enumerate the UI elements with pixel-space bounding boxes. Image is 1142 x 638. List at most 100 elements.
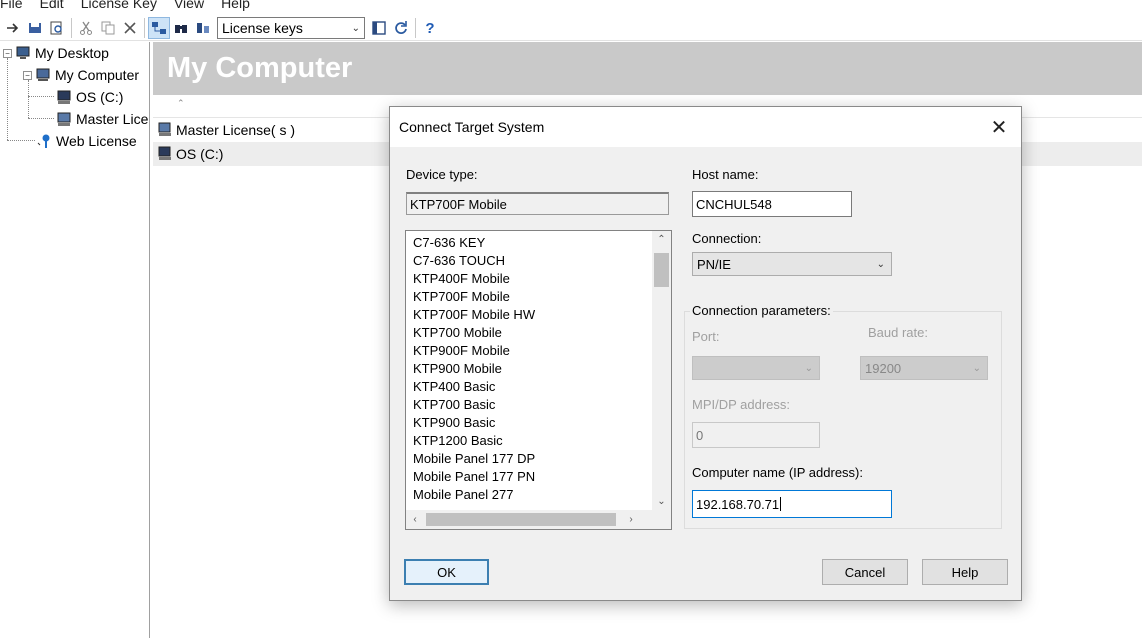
scroll-right-icon[interactable]: › — [622, 510, 640, 529]
scroll-down-icon[interactable]: ⌄ — [652, 493, 671, 511]
tree-item-my-computer[interactable]: − My Computer — [23, 65, 139, 85]
ok-button[interactable]: OK — [404, 559, 489, 585]
collapse-icon[interactable]: − — [23, 70, 32, 80]
menu-bar: File Edit License Key View Help — [0, 0, 1142, 12]
mpi-dp-address-value: 0 — [696, 427, 704, 443]
menu-edit[interactable]: Edit — [40, 0, 70, 12]
toolbar: License keys ⌄ ? — [0, 16, 1142, 41]
list-item-label: OS (C:) — [176, 146, 224, 162]
device-list[interactable]: C7-636 KEY C7-636 TOUCH KTP400F Mobile K… — [405, 230, 672, 530]
view-select[interactable]: License keys ⌄ — [217, 17, 365, 39]
page-title: My Computer — [167, 52, 353, 84]
scroll-corner — [652, 510, 671, 529]
connection-select[interactable]: PN/IE ⌄ — [692, 252, 892, 276]
transfer-icon[interactable] — [2, 17, 24, 39]
sort-arrow-icon: ⌃ — [177, 98, 185, 108]
cut-icon[interactable] — [75, 17, 97, 39]
port-label: Port: — [692, 329, 720, 344]
tree-connector — [28, 80, 29, 118]
toolbar-separator — [144, 18, 145, 38]
computer-name-field[interactable]: 192.168.70.71 — [692, 490, 892, 518]
list-item[interactable]: KTP700 Basic — [406, 396, 651, 414]
scroll-thumb[interactable] — [426, 513, 616, 526]
mpi-dp-address-field[interactable]: 0 — [692, 422, 820, 448]
tree-connector — [28, 118, 54, 119]
list-item[interactable]: Mobile Panel 177 DP — [406, 450, 651, 468]
save-icon[interactable] — [24, 17, 46, 39]
tree-connector — [7, 140, 35, 141]
text-cursor — [780, 497, 782, 511]
baud-rate-value: 19200 — [865, 360, 902, 376]
scroll-thumb[interactable] — [654, 253, 669, 287]
chevron-down-icon: ⌄ — [972, 362, 981, 374]
tree-item-my-desktop[interactable]: − My Desktop — [3, 43, 109, 63]
computer-icon — [35, 67, 51, 83]
filter-icon[interactable] — [192, 17, 214, 39]
connect-target-icon[interactable] — [148, 17, 170, 39]
list-item[interactable]: KTP700 Mobile — [406, 324, 651, 342]
device-type-field: KTP700F Mobile — [406, 192, 669, 215]
tree-item-os-c[interactable]: OS (C:) — [56, 87, 123, 107]
tree-item-web-license[interactable]: Web License — [36, 131, 137, 151]
tree-label: OS (C:) — [76, 89, 124, 105]
connection-parameters-label: Connection parameters: — [690, 303, 833, 318]
toolbar-separator — [71, 18, 72, 38]
list-item[interactable]: KTP900 Basic — [406, 414, 651, 432]
print-preview-icon[interactable] — [46, 17, 68, 39]
tree-connector — [28, 96, 54, 97]
copy-icon[interactable] — [97, 17, 119, 39]
computer-name-value: 192.168.70.71 — [696, 496, 780, 512]
list-item[interactable]: KTP700F Mobile HW — [406, 306, 651, 324]
menu-help[interactable]: Help — [221, 0, 256, 12]
connection-label: Connection: — [692, 231, 762, 246]
list-item[interactable]: KTP1200 Basic — [406, 432, 651, 450]
vertical-scrollbar[interactable]: ⌃ ⌄ — [652, 231, 671, 511]
navigation-tree: − My Desktop − My Computer OS (C:) Maste… — [0, 42, 150, 638]
view-select-value: License keys — [222, 20, 303, 36]
tree-label: My Desktop — [35, 45, 109, 61]
list-item[interactable]: KTP900F Mobile — [406, 342, 651, 360]
cancel-button[interactable]: Cancel — [822, 559, 908, 585]
chevron-down-icon: ⌄ — [804, 362, 813, 374]
tree-item-master-license[interactable]: Master Lice — [56, 109, 148, 129]
host-name-label: Host name: — [692, 167, 759, 182]
mpi-dp-address-label: MPI/DP address: — [692, 397, 791, 412]
host-name-field[interactable]: CNCHUL548 — [692, 191, 852, 217]
binoculars-icon[interactable] — [170, 17, 192, 39]
dialog-title-bar[interactable]: Connect Target System ✕ — [390, 107, 1021, 147]
delete-icon[interactable] — [119, 17, 141, 39]
list-item[interactable]: C7-636 TOUCH — [406, 252, 651, 270]
device-list-items: C7-636 KEY C7-636 TOUCH KTP400F Mobile K… — [406, 234, 651, 504]
scroll-up-icon[interactable]: ⌃ — [652, 231, 671, 249]
toolbar-separator — [415, 18, 416, 38]
help-button[interactable]: Help — [922, 559, 1008, 585]
horizontal-scrollbar[interactable]: ‹ › — [406, 510, 654, 529]
list-item[interactable]: KTP900 Mobile — [406, 360, 651, 378]
license-icon — [56, 111, 72, 127]
refresh-icon[interactable] — [390, 17, 412, 39]
list-item[interactable]: Mobile Panel 177 PN — [406, 468, 651, 486]
menu-license-key[interactable]: License Key — [81, 0, 163, 12]
list-item[interactable]: KTP700F Mobile — [406, 288, 651, 306]
collapse-icon[interactable]: − — [3, 48, 12, 58]
list-item[interactable]: C7-636 KEY — [406, 234, 651, 252]
list-item[interactable]: KTP400F Mobile — [406, 270, 651, 288]
desktop-icon — [15, 45, 31, 61]
scroll-left-icon[interactable]: ‹ — [406, 510, 424, 529]
baud-rate-select[interactable]: 19200 ⌄ — [860, 356, 988, 380]
list-item-label: Master License( s ) — [176, 122, 296, 138]
baud-rate-label: Baud rate: — [868, 325, 928, 340]
tree-label: Web License — [56, 133, 137, 149]
menu-view[interactable]: View — [174, 0, 210, 12]
list-item[interactable]: Mobile Panel 277 — [406, 486, 651, 504]
close-icon[interactable]: ✕ — [977, 108, 1021, 146]
connection-value: PN/IE — [697, 256, 731, 272]
device-type-label: Device type: — [406, 167, 478, 182]
port-select[interactable]: ⌄ — [692, 356, 820, 380]
computer-name-label: Computer name (IP address): — [692, 465, 863, 480]
menu-file[interactable]: File — [0, 0, 29, 12]
list-item[interactable]: KTP400 Basic — [406, 378, 651, 396]
window-icon[interactable] — [368, 17, 390, 39]
dialog-title: Connect Target System — [399, 119, 545, 135]
help-icon[interactable]: ? — [419, 17, 441, 39]
